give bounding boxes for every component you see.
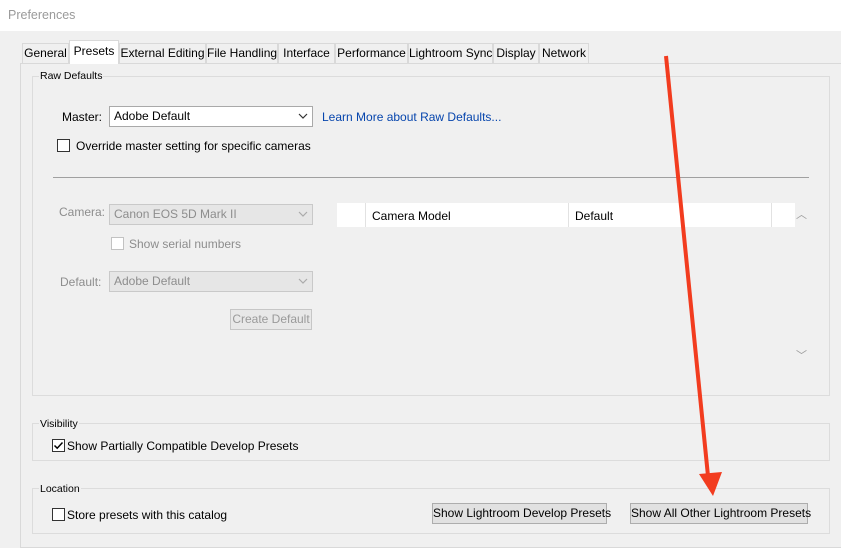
tab-presets[interactable]: Presets (69, 40, 119, 64)
annotation-arrow (664, 55, 722, 496)
